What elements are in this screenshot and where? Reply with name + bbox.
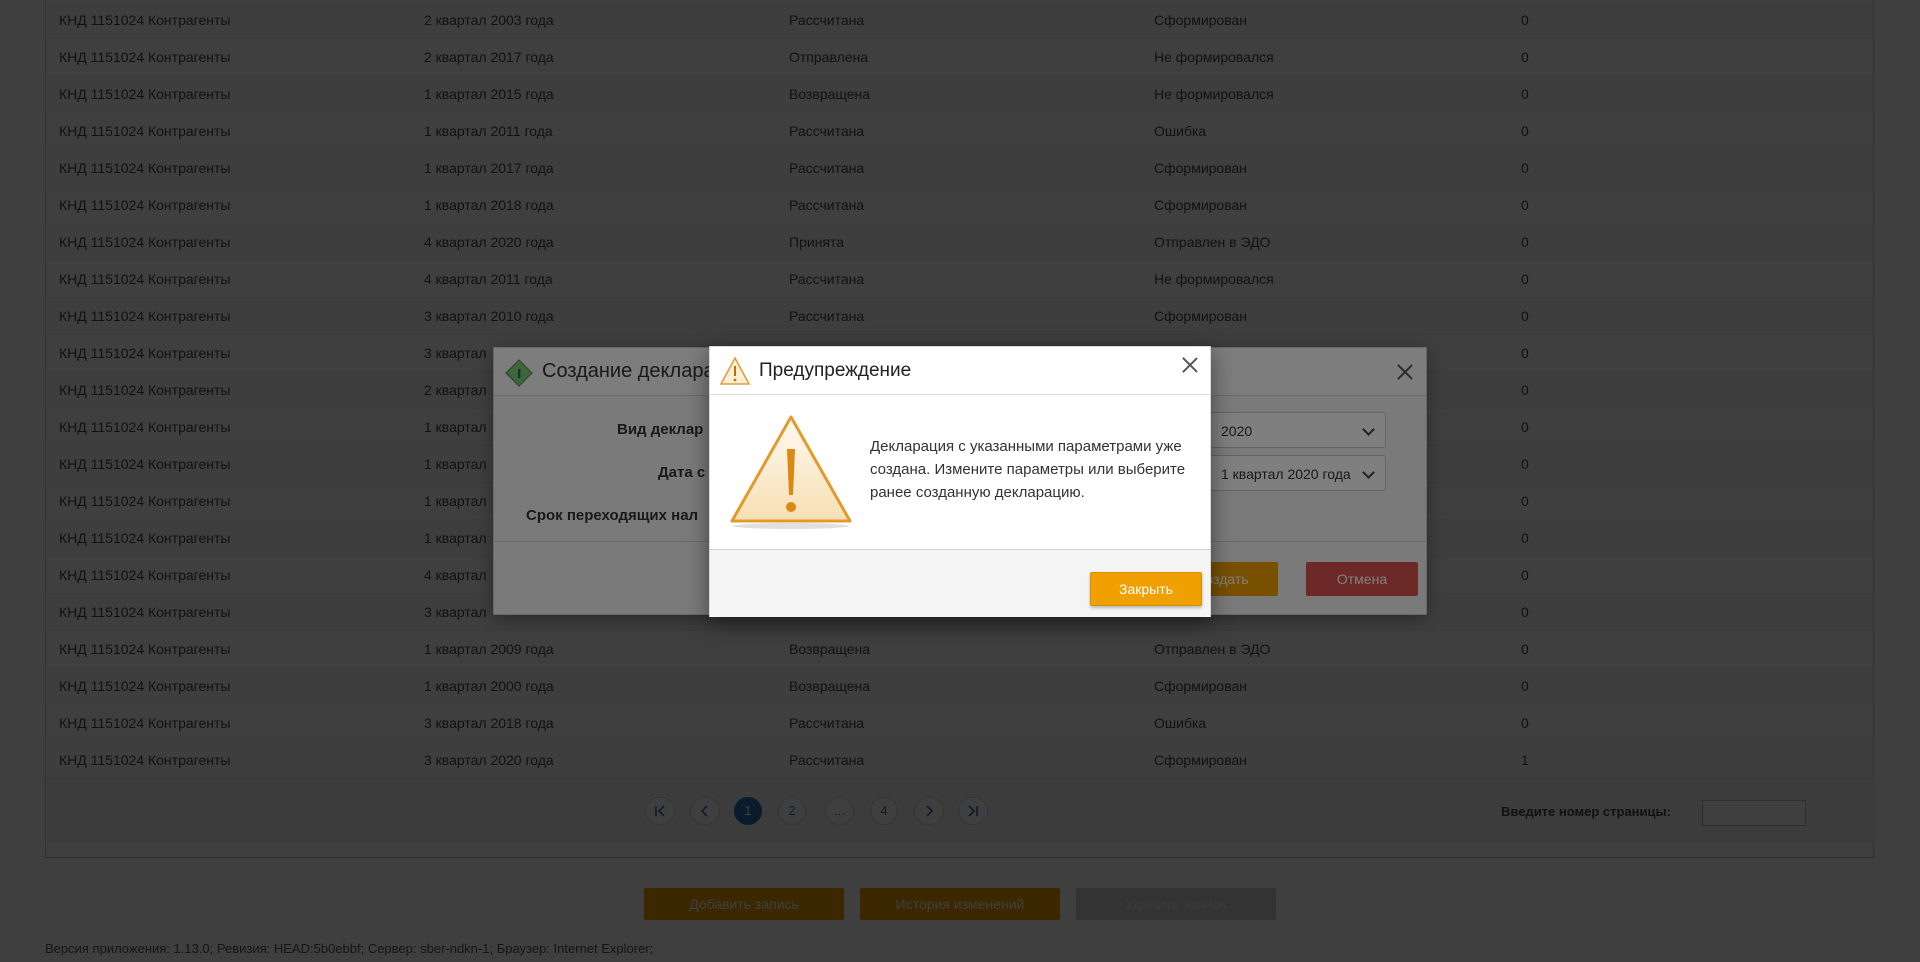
warning-small-icon xyxy=(719,356,751,389)
warning-dialog-title: Предупреждение xyxy=(759,360,912,381)
page: КНД 1151024 Контрагенты2 квартал 2003 го… xyxy=(0,0,1920,962)
warning-dialog: Предупреждение Декларация с указанными п… xyxy=(709,346,1211,617)
close-warning-button[interactable]: Закрыть xyxy=(1090,572,1202,606)
warning-dialog-body: Декларация с указанными параметрами уже … xyxy=(710,395,1210,549)
warning-message: Декларация с указанными параметрами уже … xyxy=(870,438,1186,501)
warning-dialog-header: Предупреждение xyxy=(710,347,1210,395)
warning-large-icon xyxy=(728,413,854,532)
close-icon[interactable] xyxy=(1180,355,1200,375)
warning-dialog-footer: Закрыть xyxy=(710,549,1210,617)
